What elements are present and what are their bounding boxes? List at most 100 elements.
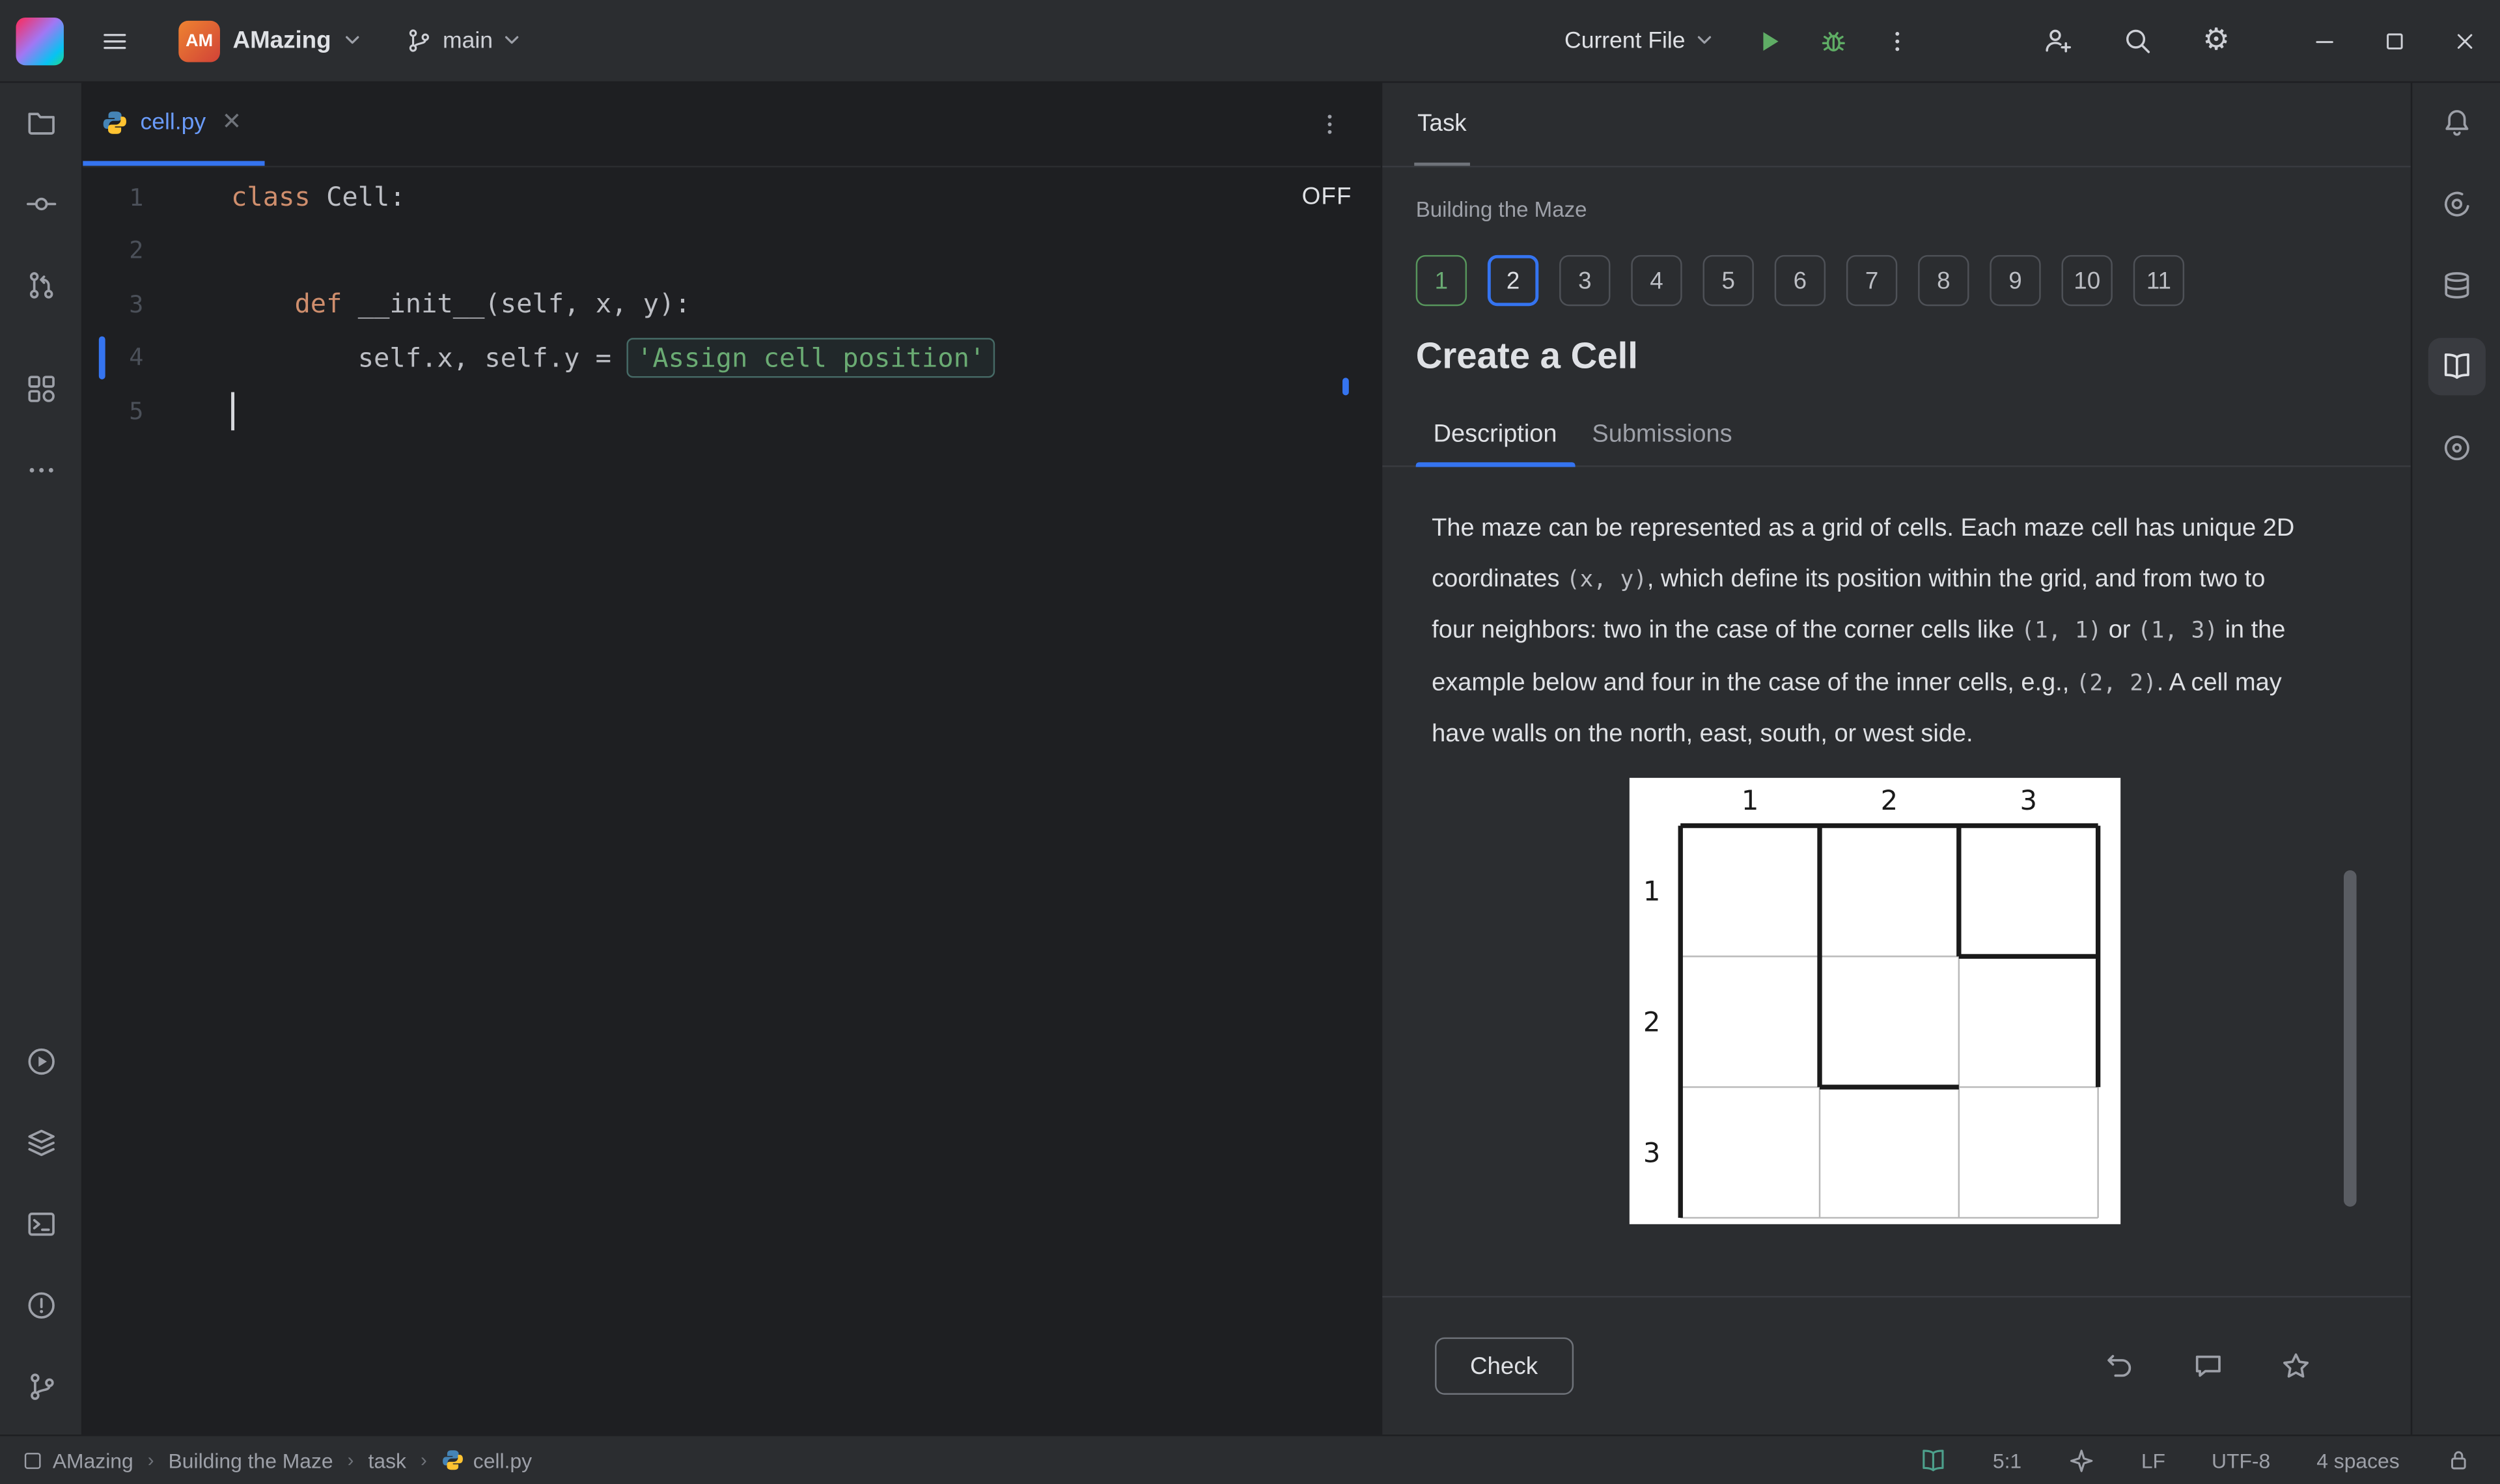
star-icon bbox=[2283, 1353, 2309, 1378]
code-line-5[interactable]: 5 bbox=[83, 384, 1380, 437]
tab-submissions[interactable]: Submissions bbox=[1574, 404, 1749, 466]
problems-tool-button[interactable] bbox=[12, 1277, 69, 1334]
favorite-button[interactable] bbox=[2270, 1349, 2321, 1384]
commit-tool-button[interactable] bbox=[12, 175, 69, 232]
statusbar-widgets: 5:1 LF UTF-8 4 spaces bbox=[1919, 1446, 2471, 1474]
step-button-8[interactable]: 8 bbox=[1918, 254, 1969, 307]
code-line-1[interactable]: 1 class Cell: bbox=[83, 171, 1380, 224]
project-mini-icon bbox=[24, 1451, 41, 1468]
step-button-9[interactable]: 9 bbox=[1990, 254, 2041, 307]
run-tool-button[interactable] bbox=[12, 1033, 69, 1090]
add-user-icon bbox=[2045, 29, 2070, 53]
structure-icon bbox=[27, 376, 54, 402]
editor-tab-cellpy[interactable]: cell.py ✕ bbox=[83, 83, 264, 166]
breadcrumb-separator: › bbox=[147, 1449, 154, 1472]
main-menu-button[interactable] bbox=[86, 12, 143, 69]
pull-requests-tool-button[interactable] bbox=[12, 256, 69, 314]
encoding-widget[interactable]: UTF-8 bbox=[2212, 1448, 2270, 1472]
services-tool-button[interactable] bbox=[12, 1114, 69, 1172]
window-controls bbox=[2290, 0, 2500, 82]
tab-close-icon[interactable]: ✕ bbox=[219, 107, 245, 137]
code-line-3[interactable]: 3 def __init__(self, x, y): bbox=[83, 277, 1380, 331]
terminal-tool-button[interactable] bbox=[12, 1196, 69, 1253]
run-toolbar: Current File bbox=[1564, 12, 1926, 69]
debug-button[interactable] bbox=[1805, 12, 1862, 69]
placeholder-box[interactable]: 'Assign cell position' bbox=[627, 337, 995, 378]
database-tool-button[interactable] bbox=[2428, 256, 2485, 314]
code-line-4[interactable]: 4 self.x, self.y = 'Assign cell position… bbox=[83, 331, 1380, 384]
structure-tool-button[interactable] bbox=[12, 360, 69, 417]
editor-tabbar: cell.py ✕ bbox=[83, 83, 1381, 168]
settings-button[interactable]: ⚙ bbox=[2188, 12, 2245, 69]
cursor-position-widget[interactable]: 5:1 bbox=[1993, 1448, 2021, 1472]
maze-figure: 1 2 3 1 2 3 bbox=[1629, 778, 2121, 1224]
notifications-tool-button[interactable] bbox=[2428, 94, 2485, 151]
svg-text:3: 3 bbox=[2020, 784, 2036, 816]
project-widget[interactable]: AM AMazing bbox=[178, 20, 359, 62]
run-button[interactable] bbox=[1741, 12, 1798, 69]
run-configuration-name: Current File bbox=[1564, 27, 1686, 54]
scrollbar-thumb[interactable] bbox=[2344, 870, 2357, 1207]
step-button-6[interactable]: 6 bbox=[1774, 254, 1826, 307]
close-button[interactable] bbox=[2430, 0, 2500, 82]
left-tool-stripe bbox=[0, 83, 83, 1435]
code-lines: 1 class Cell: 2 3 def __init__(self, x, y):… bbox=[83, 171, 1380, 437]
task-panel-header: Task bbox=[1382, 83, 2411, 168]
maximize-button[interactable] bbox=[2359, 0, 2430, 82]
breadcrumb-file[interactable]: cell.py bbox=[441, 1448, 532, 1472]
more-actions-button[interactable] bbox=[1868, 12, 1926, 69]
step-button-5[interactable]: 5 bbox=[1702, 254, 1754, 307]
line-ending-widget[interactable]: LF bbox=[2141, 1448, 2165, 1472]
project-tool-button[interactable] bbox=[12, 94, 69, 151]
task-tool-tab-label: Task bbox=[1417, 109, 1467, 137]
comment-button[interactable] bbox=[2183, 1349, 2234, 1384]
code-with-me-button[interactable] bbox=[2028, 12, 2085, 69]
reset-button[interactable] bbox=[2095, 1349, 2146, 1384]
readonly-widget[interactable] bbox=[2446, 1448, 2471, 1473]
minimize-button[interactable] bbox=[2290, 0, 2360, 82]
breadcrumb-lesson[interactable]: Building the Maze bbox=[169, 1448, 333, 1472]
step-button-10[interactable]: 10 bbox=[2061, 254, 2113, 307]
tab-description[interactable]: Description bbox=[1415, 404, 1575, 467]
course-tool-button[interactable] bbox=[2427, 338, 2485, 396]
task-footer-icons bbox=[2095, 1349, 2322, 1384]
python-packages-tool-button[interactable] bbox=[2428, 419, 2485, 476]
step-button-1[interactable]: 1 bbox=[1415, 254, 1467, 307]
ai-assistant-icon bbox=[2443, 191, 2469, 217]
text-caret bbox=[231, 391, 235, 430]
search-everywhere-button[interactable] bbox=[2108, 12, 2165, 69]
debug-bug-icon bbox=[1822, 31, 1845, 51]
code-area[interactable]: OFF 1 class Cell: 2 3 def __init__(self, x,… bbox=[83, 167, 1380, 1438]
step-button-3[interactable]: 3 bbox=[1559, 254, 1611, 307]
run-configuration-selector[interactable]: Current File bbox=[1564, 28, 1712, 53]
svg-text:1: 1 bbox=[1742, 784, 1758, 816]
step-button-11[interactable]: 11 bbox=[2133, 254, 2185, 307]
titlebar-right-actions: ⚙ bbox=[2028, 12, 2245, 69]
folder-icon bbox=[27, 113, 54, 135]
chevron-down-icon bbox=[505, 36, 519, 44]
tab-options-button[interactable] bbox=[1307, 110, 1352, 139]
ai-assistant-tool-button[interactable] bbox=[2428, 175, 2485, 232]
more-tools-button[interactable] bbox=[12, 441, 69, 499]
statusbar: AMazing › Building the Maze › task › cel… bbox=[0, 1435, 2500, 1484]
step-button-4[interactable]: 4 bbox=[1631, 254, 1682, 307]
check-button[interactable]: Check bbox=[1435, 1337, 1573, 1395]
task-footer: Check bbox=[1382, 1296, 2411, 1435]
course-progress-widget[interactable] bbox=[1919, 1446, 1947, 1474]
chevron-down-icon bbox=[1697, 36, 1712, 44]
ai-status-widget[interactable] bbox=[2068, 1446, 2095, 1474]
code-line-2[interactable]: 2 bbox=[83, 224, 1380, 277]
indent-widget[interactable]: 4 spaces bbox=[2316, 1448, 2399, 1472]
maze-figure-svg: 1 2 3 1 2 3 bbox=[1643, 784, 2101, 1219]
bell-icon bbox=[2445, 110, 2468, 136]
version-control-tool-button[interactable] bbox=[12, 1358, 69, 1416]
course-book-icon bbox=[1922, 1449, 1944, 1471]
comment-icon bbox=[2195, 1355, 2221, 1377]
step-button-7[interactable]: 7 bbox=[1846, 254, 1898, 307]
breadcrumb-project[interactable]: AMazing bbox=[22, 1448, 133, 1472]
editor-region: cell.py ✕ OFF 1 class Cell: 2 3 def __init_… bbox=[83, 83, 1381, 1438]
branch-widget[interactable]: main bbox=[404, 27, 520, 55]
step-button-2[interactable]: 2 bbox=[1487, 254, 1539, 307]
task-tool-tab[interactable]: Task bbox=[1414, 83, 1470, 166]
breadcrumb-task[interactable]: task bbox=[368, 1448, 406, 1472]
